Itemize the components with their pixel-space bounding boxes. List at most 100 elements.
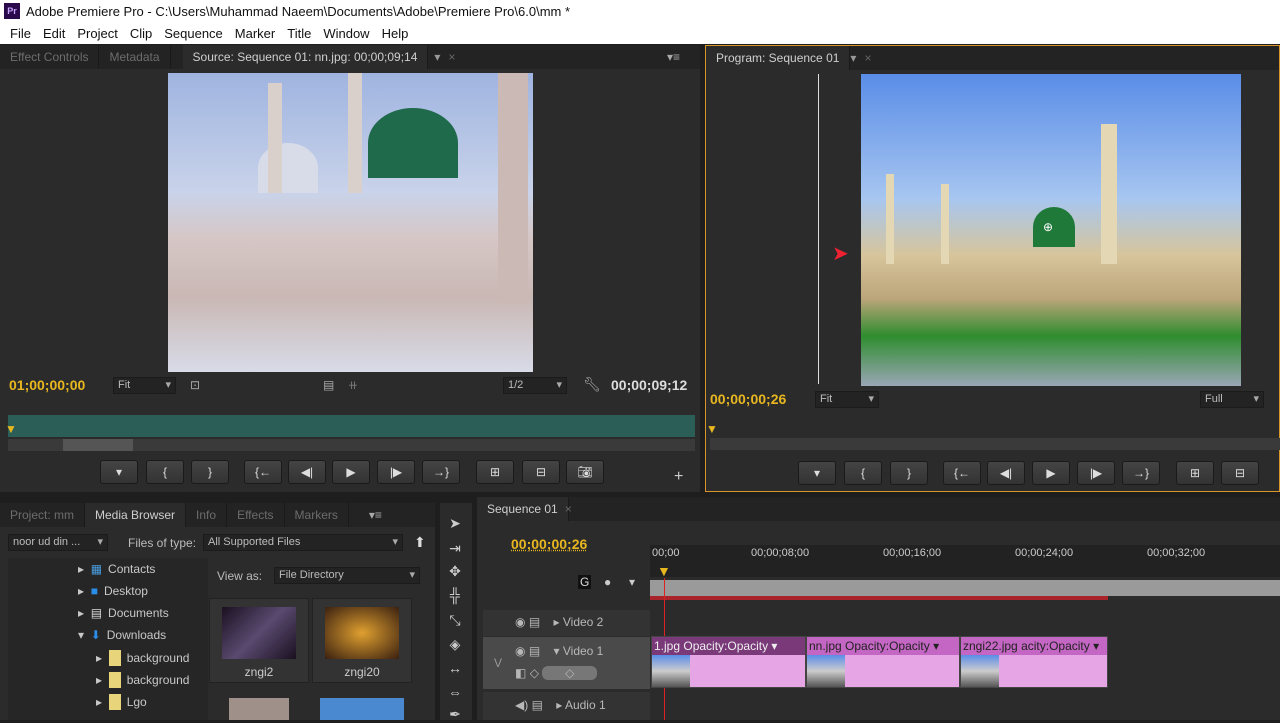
tab-metadata[interactable]: Metadata <box>99 45 171 69</box>
tab-dropdown-icon[interactable]: ▾ <box>434 50 440 64</box>
panel-menu-icon[interactable]: ▾≡ <box>667 50 680 64</box>
sync-lock-icon[interactable]: ▤ <box>532 698 543 712</box>
keyframe-display-icon[interactable]: ◧ <box>515 666 526 680</box>
insert-button[interactable]: ⊞ <box>476 460 514 484</box>
safe-margins-icon[interactable]: ⊡ <box>190 378 200 392</box>
tab-program[interactable]: Program: Sequence 01 <box>706 46 851 70</box>
tab-dropdown-icon[interactable]: ▾ <box>850 51 856 65</box>
source-resolution-dropdown[interactable]: 1/2 <box>503 377 567 394</box>
timeline-playhead-icon[interactable]: ▼ <box>657 563 671 579</box>
tree-item-lgo[interactable]: ▸ Lgo <box>96 694 147 710</box>
tab-markers[interactable]: Markers <box>285 503 349 527</box>
rate-stretch-tool-icon[interactable]: ⤡ <box>446 612 464 629</box>
mark-out-button[interactable]: } <box>191 460 229 484</box>
speaker-icon[interactable]: ◀) <box>515 698 528 712</box>
source-zoom-dropdown[interactable]: Fit <box>113 377 176 394</box>
rolling-edit-tool-icon[interactable]: ╬ <box>446 587 464 603</box>
menu-marker[interactable]: Marker <box>235 26 275 41</box>
tab-info[interactable]: Info <box>186 503 228 527</box>
program-resolution-dropdown[interactable]: Full <box>1200 391 1264 408</box>
tab-effect-controls[interactable]: Effect Controls <box>0 45 100 69</box>
step-forward-button[interactable]: |▶ <box>377 460 415 484</box>
razor-tool-icon[interactable]: ◈ <box>446 636 464 653</box>
program-zoom-dropdown[interactable]: Fit <box>815 391 879 408</box>
play-button[interactable]: ▶ <box>332 460 370 484</box>
menu-file[interactable]: File <box>10 26 31 41</box>
extract-button[interactable]: ⊟ <box>1221 461 1259 485</box>
timeline-clip[interactable]: zngi22.jpg acity:Opacity ▾ <box>960 636 1108 688</box>
mark-out-button[interactable]: } <box>890 461 928 485</box>
files-of-type-dropdown[interactable]: All Supported Files <box>203 534 403 551</box>
ripple-edit-tool-icon[interactable]: ✥ <box>446 563 464 580</box>
program-playhead-timecode[interactable]: 00;00;00;26 <box>710 391 786 407</box>
media-thumb[interactable] <box>229 698 289 720</box>
menu-window[interactable]: Window <box>323 26 369 41</box>
overwrite-button[interactable]: ⊟ <box>522 460 560 484</box>
program-zoom-scrollbar[interactable] <box>710 438 1280 450</box>
source-zoom-scrollbar[interactable] <box>8 439 695 451</box>
tree-item-downloads[interactable]: ▾ ⬇ Downloads <box>78 628 166 642</box>
go-to-in-button[interactable]: {← <box>244 460 282 484</box>
location-dropdown[interactable]: noor ud din ... <box>8 534 108 551</box>
media-thumb[interactable]: zngi20 <box>312 598 412 683</box>
tab-effects[interactable]: Effects <box>227 503 285 527</box>
tree-item-documents[interactable]: ▸ ▤ Documents <box>78 606 169 620</box>
go-to-out-button[interactable]: →} <box>1122 461 1160 485</box>
source-playhead-timecode[interactable]: 01;00;00;00 <box>9 377 85 393</box>
menu-edit[interactable]: Edit <box>43 26 65 41</box>
source-patch-v[interactable]: V <box>494 656 502 670</box>
slide-tool-icon[interactable]: ⇔ <box>446 684 464 700</box>
lift-button[interactable]: ⊞ <box>1176 461 1214 485</box>
timeline-clip[interactable]: 1.jpg Opacity:Opacity ▾ <box>651 636 806 688</box>
drag-audio-icon[interactable]: ⧺ <box>348 378 358 392</box>
play-button[interactable]: ▶ <box>1032 461 1070 485</box>
timeline-timecode[interactable]: 00;00;00;26 <box>511 536 587 552</box>
close-icon[interactable]: × <box>864 51 871 65</box>
snap-icon[interactable]: G <box>578 575 592 589</box>
tab-media-browser[interactable]: Media Browser <box>85 503 187 527</box>
menu-project[interactable]: Project <box>77 26 117 41</box>
slip-tool-icon[interactable]: ↔ <box>446 660 464 676</box>
work-area-bar[interactable] <box>650 580 1280 596</box>
close-icon[interactable]: × <box>448 50 455 64</box>
menu-help[interactable]: Help <box>382 26 409 41</box>
view-as-dropdown[interactable]: File Directory <box>274 567 420 584</box>
add-marker-button[interactable]: ▾ <box>798 461 836 485</box>
go-to-in-button[interactable]: {← <box>943 461 981 485</box>
tab-project[interactable]: Project: mm <box>0 503 86 527</box>
menu-sequence[interactable]: Sequence <box>164 26 223 41</box>
add-marker-icon[interactable]: ● <box>604 575 611 589</box>
timeline-clip[interactable]: nn.jpg Opacity:Opacity ▾ <box>806 636 960 688</box>
sync-lock-icon[interactable]: ▤ <box>529 615 540 629</box>
track-select-tool-icon[interactable]: ⇥ <box>446 540 464 557</box>
export-frame-button[interactable]: 📷︎ <box>566 460 604 484</box>
tab-sequence-01[interactable]: Sequence 01 <box>477 497 569 521</box>
eye-icon[interactable]: ◉ <box>515 644 525 658</box>
marker-icon[interactable]: ▾ <box>629 575 635 589</box>
panel-menu-icon[interactable]: ▾≡ <box>369 508 382 522</box>
tab-source[interactable]: Source: Sequence 01: nn.jpg: 00;00;09;14 <box>182 45 429 69</box>
step-back-button[interactable]: ◀| <box>288 460 326 484</box>
button-editor-icon[interactable]: + <box>674 468 683 486</box>
mark-in-button[interactable]: { <box>146 460 184 484</box>
step-forward-button[interactable]: |▶ <box>1077 461 1115 485</box>
source-time-ruler[interactable] <box>8 415 695 437</box>
pen-tool-icon[interactable]: ✒ <box>446 706 464 723</box>
tree-item-background[interactable]: ▸ background <box>96 672 189 688</box>
source-playhead-icon[interactable]: ▼ <box>5 422 17 436</box>
tree-item-background[interactable]: ▸ background <box>96 650 189 666</box>
add-marker-button[interactable]: ▾ <box>100 460 138 484</box>
selection-tool-icon[interactable]: ➤ <box>446 515 464 532</box>
menu-clip[interactable]: Clip <box>130 26 152 41</box>
keyframe-nav[interactable]: ◇ <box>542 666 598 680</box>
drag-video-icon[interactable]: ▤ <box>323 378 334 392</box>
eye-icon[interactable]: ◉ <box>515 615 525 629</box>
step-back-button[interactable]: ◀| <box>987 461 1025 485</box>
close-icon[interactable]: × <box>565 502 572 516</box>
keyframe-icon[interactable]: ◇ <box>530 666 539 680</box>
go-to-out-button[interactable]: →} <box>422 460 460 484</box>
menu-title[interactable]: Title <box>287 26 311 41</box>
tree-item-contacts[interactable]: ▸ ▦ Contacts <box>78 562 155 576</box>
media-thumb[interactable] <box>320 698 404 720</box>
tree-item-desktop[interactable]: ▸ ■ Desktop <box>78 584 148 598</box>
